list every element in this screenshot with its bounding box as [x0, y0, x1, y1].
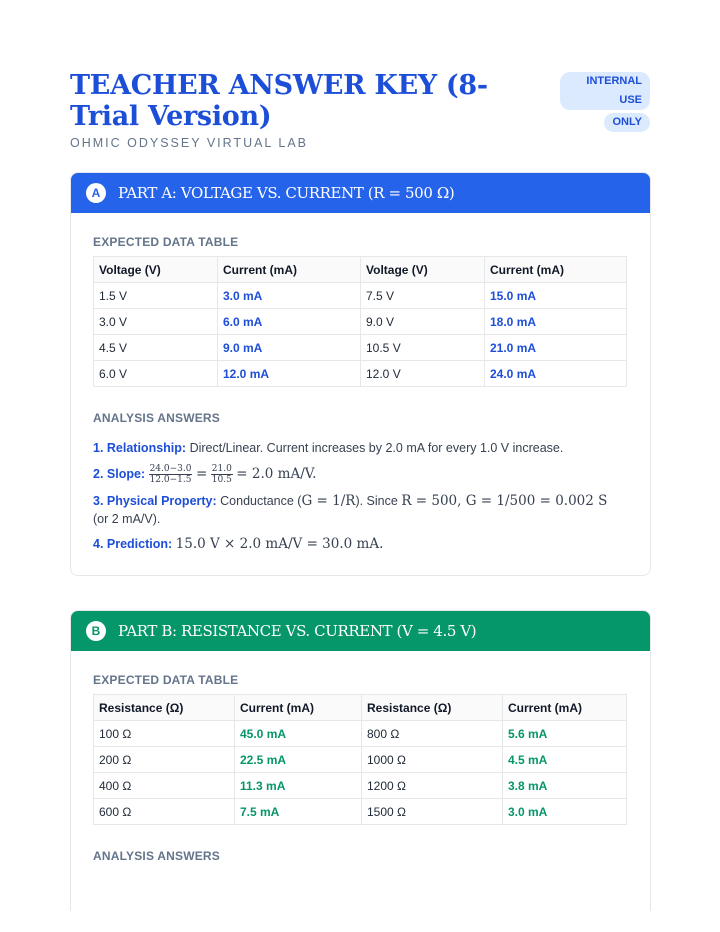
table-cell: 3.0 mA	[217, 282, 361, 309]
table-row: 3.0 V 6.0 mA 9.0 V 18.0 mA	[93, 308, 627, 335]
table-cell: 9.0 mA	[217, 334, 361, 361]
conductance-formula: G = 1/R	[301, 493, 356, 509]
part-b-header: B PART B: RESISTANCE VS. CURRENT (V = 4.…	[71, 611, 650, 651]
column-header: Current (mA)	[217, 256, 361, 283]
answer-slope: 2. Slope: 24.0−3.0 12.0−1.5 = 21.0 10.5 …	[93, 464, 628, 485]
fraction-numerator: 21.0	[210, 464, 233, 475]
answer-key-page: TEACHER ANSWER KEY (8-Trial Version) OHM…	[0, 0, 720, 932]
column-header: Voltage (V)	[93, 256, 218, 283]
table-row: 600 Ω 7.5 mA 1500 Ω 3.0 mA	[93, 798, 627, 825]
table-cell: 1500 Ω	[361, 798, 503, 825]
table-cell: 100 Ω	[93, 720, 235, 747]
part-b-title: PART B: RESISTANCE VS. CURRENT (V = 4.5 …	[118, 622, 477, 640]
table-cell: 400 Ω	[93, 772, 235, 799]
part-b-card: B PART B: RESISTANCE VS. CURRENT (V = 4.…	[70, 610, 651, 911]
answer-key-label: 4. Prediction:	[93, 537, 173, 551]
table-row: 4.5 V 9.0 mA 10.5 V 21.0 mA	[93, 334, 627, 361]
table-row: 1.5 V 3.0 mA 7.5 V 15.0 mA	[93, 282, 627, 309]
part-a-marker: A	[86, 183, 106, 203]
table-cell: 11.3 mA	[234, 772, 362, 799]
column-header: Resistance (Ω)	[361, 694, 503, 721]
table-cell: 6.0 mA	[217, 308, 361, 335]
table-cell: 600 Ω	[93, 798, 235, 825]
answer-text: (or 2 mA/V).	[93, 512, 161, 526]
part-a-analysis-label: ANALYSIS ANSWERS	[93, 411, 220, 425]
page-title: TEACHER ANSWER KEY (8-Trial Version)	[70, 70, 488, 132]
table-cell: 3.8 mA	[502, 772, 627, 799]
slope-fraction-2: 21.0 10.5	[210, 464, 233, 485]
part-b-table-label: EXPECTED DATA TABLE	[93, 673, 239, 687]
table-cell: 1200 Ω	[361, 772, 503, 799]
answer-key-label: 2. Slope:	[93, 466, 146, 481]
badge-line-1: INTERNAL USE	[560, 72, 650, 110]
table-cell: 3.0 mA	[502, 798, 627, 825]
part-a-data-table: Voltage (V) Current (mA) Voltage (V) Cur…	[93, 256, 627, 387]
fraction-numerator: 24.0−3.0	[148, 464, 193, 475]
column-header: Current (mA)	[234, 694, 362, 721]
answer-text: ). Since	[355, 494, 402, 508]
table-cell: 7.5 mA	[234, 798, 362, 825]
table-row: 100 Ω 45.0 mA 800 Ω 5.6 mA	[93, 720, 627, 747]
table-cell: 200 Ω	[93, 746, 235, 773]
part-a-answers: 1. Relationship: Direct/Linear. Current …	[93, 439, 628, 553]
part-b-analysis-label: ANALYSIS ANSWERS	[93, 849, 220, 863]
part-a-title: PART A: VOLTAGE VS. CURRENT (R = 500 Ω)	[118, 184, 455, 202]
table-cell: 22.5 mA	[234, 746, 362, 773]
slope-result: = 2.0 mA/V.	[236, 465, 317, 482]
answer-key-label: 3. Physical Property:	[93, 494, 217, 508]
part-a-card: A PART A: VOLTAGE VS. CURRENT (R = 500 Ω…	[70, 172, 651, 576]
table-header-row: Resistance (Ω) Current (mA) Resistance (…	[93, 694, 627, 721]
column-header: Resistance (Ω)	[93, 694, 235, 721]
table-cell: 15.0 mA	[484, 282, 627, 309]
answer-text: Direct/Linear. Current increases by 2.0 …	[189, 441, 564, 455]
table-cell: 3.0 V	[93, 308, 218, 335]
fraction-denominator: 10.5	[211, 475, 232, 485]
answer-prediction: 4. Prediction: 15.0 V × 2.0 mA/V = 30.0 …	[93, 535, 628, 553]
column-header: Current (mA)	[502, 694, 627, 721]
answer-key-label: 1. Relationship:	[93, 441, 187, 455]
answer-relationship: 1. Relationship: Direct/Linear. Current …	[93, 439, 628, 457]
equals-sign: =	[195, 465, 208, 482]
table-header-row: Voltage (V) Current (mA) Voltage (V) Cur…	[93, 256, 627, 283]
table-cell: 12.0 V	[360, 360, 485, 387]
table-cell: 21.0 mA	[484, 334, 627, 361]
answer-text: Conductance (	[220, 494, 302, 508]
page-subtitle: OHMIC ODYSSEY VIRTUAL LAB	[70, 136, 309, 150]
answer-physical-property: 3. Physical Property: Conductance (G = 1…	[93, 492, 628, 528]
table-cell: 1000 Ω	[361, 746, 503, 773]
table-cell: 7.5 V	[360, 282, 485, 309]
table-row: 200 Ω 22.5 mA 1000 Ω 4.5 mA	[93, 746, 627, 773]
part-b-marker: B	[86, 621, 106, 641]
column-header: Current (mA)	[484, 256, 627, 283]
part-b-data-table: Resistance (Ω) Current (mA) Resistance (…	[93, 694, 627, 825]
internal-use-badge: INTERNAL USE ONLY	[560, 72, 650, 134]
table-cell: 9.0 V	[360, 308, 485, 335]
table-cell: 18.0 mA	[484, 308, 627, 335]
table-cell: 10.5 V	[360, 334, 485, 361]
table-row: 400 Ω 11.3 mA 1200 Ω 3.8 mA	[93, 772, 627, 799]
table-cell: 800 Ω	[361, 720, 503, 747]
part-a-header: A PART A: VOLTAGE VS. CURRENT (R = 500 Ω…	[71, 173, 650, 213]
table-cell: 4.5 mA	[502, 746, 627, 773]
table-row: 6.0 V 12.0 mA 12.0 V 24.0 mA	[93, 360, 627, 387]
table-cell: 45.0 mA	[234, 720, 362, 747]
table-cell: 5.6 mA	[502, 720, 627, 747]
part-a-table-label: EXPECTED DATA TABLE	[93, 235, 239, 249]
column-header: Voltage (V)	[360, 256, 485, 283]
table-cell: 6.0 V	[93, 360, 218, 387]
badge-line-2: ONLY	[604, 113, 650, 132]
conductance-calculation: R = 500, G = 1/500 = 0.002 S	[401, 493, 608, 509]
table-cell: 24.0 mA	[484, 360, 627, 387]
table-cell: 4.5 V	[93, 334, 218, 361]
prediction-calculation: 15.0 V × 2.0 mA/V = 30.0 mA.	[175, 536, 384, 552]
slope-fraction-1: 24.0−3.0 12.0−1.5	[148, 464, 193, 485]
table-cell: 1.5 V	[93, 282, 218, 309]
table-cell: 12.0 mA	[217, 360, 361, 387]
fraction-denominator: 12.0−1.5	[149, 475, 192, 485]
